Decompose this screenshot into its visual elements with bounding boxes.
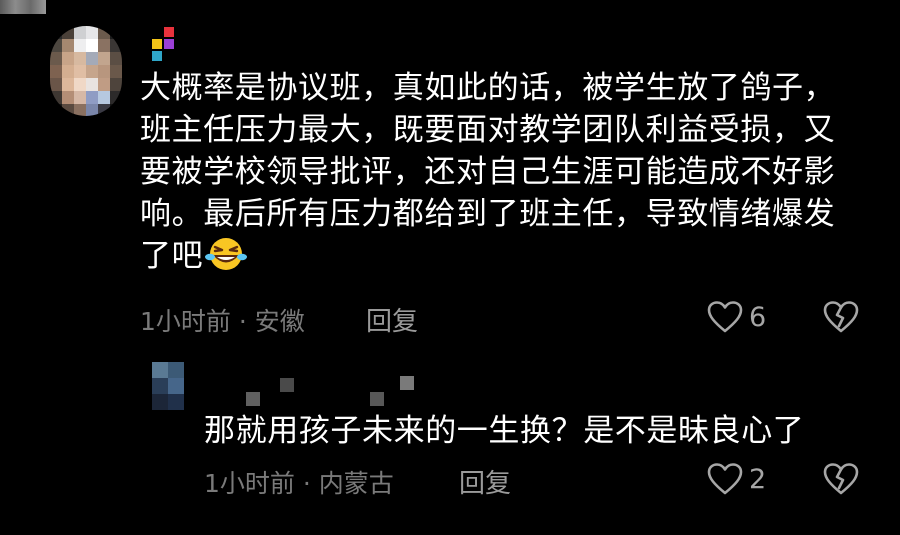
username-blur [370, 392, 384, 406]
username[interactable] [152, 27, 174, 61]
username-blur [280, 378, 294, 392]
broken-heart-icon [823, 463, 859, 495]
avatar[interactable] [152, 362, 184, 410]
like-count: 2 [749, 463, 767, 495]
like-button[interactable]: 6 [707, 300, 766, 334]
comment-meta: 1小时前 · 安徽 [140, 307, 305, 336]
avatar[interactable] [50, 26, 122, 116]
comment-text: 大概率是协议班，真如此的话，被学生放了鸽子，班主任压力最大，既要面对教学团队利益… [140, 67, 850, 277]
reply-button[interactable]: 回复 [459, 463, 511, 500]
rolling-laughing-emoji-icon [205, 236, 248, 272]
like-button[interactable]: 2 [707, 462, 766, 496]
dislike-button[interactable] [823, 462, 859, 500]
reply-button[interactable]: 回复 [366, 301, 418, 338]
dislike-button[interactable] [823, 300, 859, 338]
heart-outline-icon [707, 301, 743, 333]
reply-text: 那就用孩子未来的一生换？是不是昧良心了 [204, 413, 805, 449]
username-blur [400, 376, 414, 390]
heart-outline-icon [707, 463, 743, 495]
username-blur [246, 392, 260, 406]
reply-meta: 1小时前 · 内蒙古 [204, 469, 394, 498]
broken-heart-icon [823, 301, 859, 333]
like-count: 6 [749, 301, 767, 333]
username-blur [0, 0, 46, 14]
